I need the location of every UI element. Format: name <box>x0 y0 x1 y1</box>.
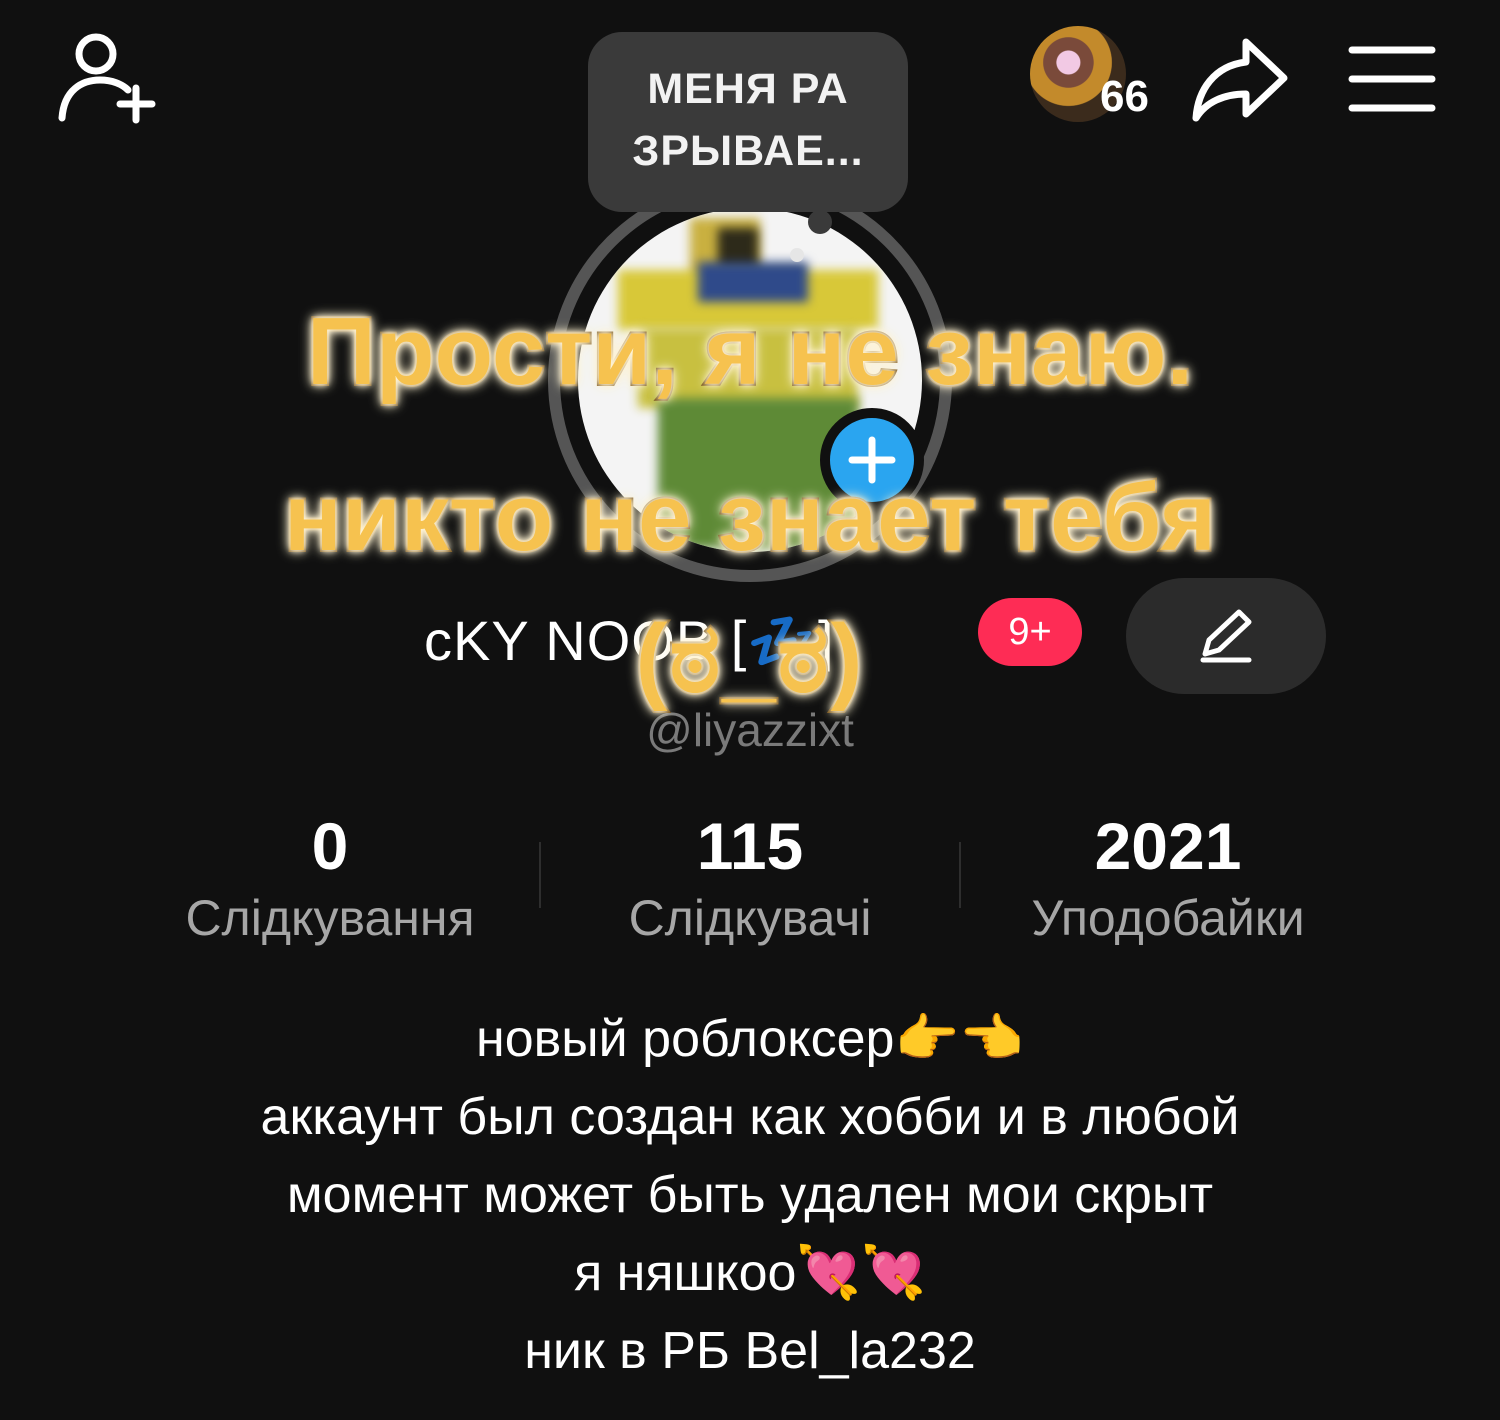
bio-line-5: ник в РБ Bel_la232 <box>524 1322 976 1380</box>
stat-likes[interactable]: 2021 Уподобайки <box>958 806 1378 948</box>
caption-line-3: (ಠ_ಠ) <box>634 603 865 714</box>
bubble-tail-dot <box>790 248 804 262</box>
menu-button[interactable] <box>1344 42 1440 116</box>
bio-line-3: момент может быть удален мои скрыт <box>286 1166 1214 1224</box>
bio-line-2: аккаунт был создан как хобби и в любой <box>260 1088 1240 1146</box>
stat-likes-value: 2021 <box>1094 809 1242 883</box>
status-bubble-line2: ЗРЫВАЕ... <box>632 127 864 175</box>
views-count: 66 <box>1100 72 1149 121</box>
stat-likes-label: Уподобайки <box>1031 890 1305 946</box>
stat-followers[interactable]: 115 Слідкувачі <box>540 806 960 948</box>
bio-line-4: я няшкоо💘💘 <box>574 1244 926 1302</box>
caption-line-2: никто не знает тебя <box>282 462 1218 573</box>
bio-line-1: новый роблоксер👉👈 <box>476 1010 1024 1068</box>
menu-icon <box>1348 46 1436 112</box>
stat-followers-value: 115 <box>696 809 804 883</box>
profile-bio: новый роблоксер👉👈 аккаунт был создан как… <box>0 1000 1500 1390</box>
caption-line-1: Прости, я не знаю. <box>305 296 1195 407</box>
add-friend-icon <box>58 33 156 124</box>
bubble-tail <box>808 210 832 234</box>
share-button[interactable] <box>1188 32 1292 124</box>
stat-following[interactable]: 0 Слідкування <box>120 806 540 948</box>
status-bubble-line1: МЕНЯ РА <box>647 65 849 113</box>
status-bubble[interactable]: МЕНЯ РА ЗРЫВАЕ... <box>588 32 908 212</box>
share-icon <box>1192 38 1288 122</box>
stat-following-value: 0 <box>311 809 349 883</box>
stat-following-label: Слідкування <box>185 890 475 946</box>
add-friend-button[interactable] <box>52 28 162 128</box>
stat-followers-label: Слідкувачі <box>628 890 872 946</box>
